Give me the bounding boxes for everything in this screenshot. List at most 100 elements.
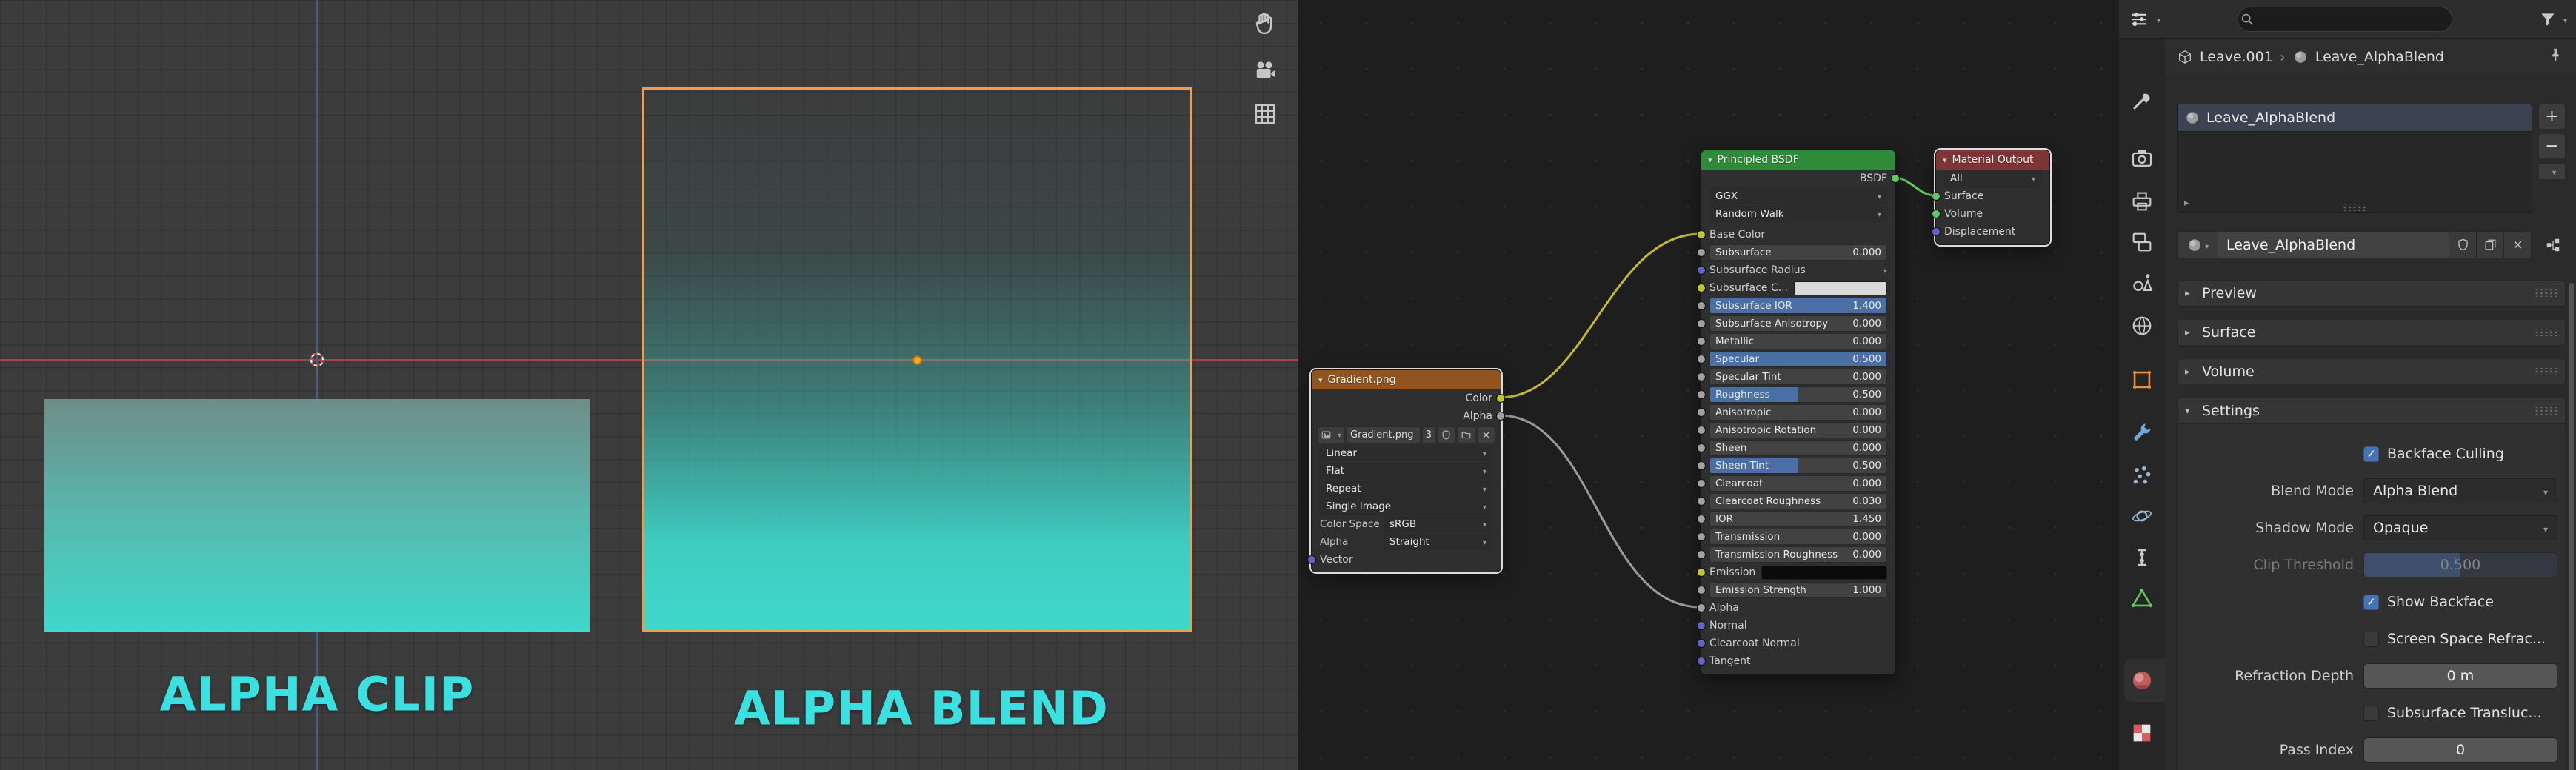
principled-bsdf-node[interactable]: Principled BSDF BSDF GGX Random Walk Bas…	[1701, 150, 1896, 675]
pin-icon[interactable]	[2547, 47, 2564, 67]
panel-header-surface[interactable]: Surface	[2177, 319, 2566, 346]
tab-physics[interactable]	[2129, 503, 2155, 529]
tab-texture[interactable]	[2129, 720, 2155, 746]
search-input[interactable]	[2238, 7, 2452, 32]
input-socket[interactable]	[1697, 248, 1706, 257]
material-slot-list[interactable]: Leave_AlphaBlend	[2177, 104, 2532, 213]
remove-slot-button[interactable]: −	[2538, 133, 2566, 159]
tab-modifiers[interactable]	[2129, 420, 2155, 445]
tab-scene[interactable]	[2129, 270, 2155, 295]
shader-editor[interactable]: Gradient.png Color Alpha Gradient.png	[1298, 0, 2120, 770]
input-socket[interactable]	[1697, 355, 1706, 364]
grid-ortho-icon[interactable]	[1252, 101, 1278, 127]
breadcrumb-material[interactable]: Leave_AlphaBlend	[2315, 49, 2444, 65]
color-swatch[interactable]	[1761, 566, 1887, 580]
camera-view-icon[interactable]	[1252, 58, 1278, 84]
tab-particles[interactable]	[2129, 463, 2155, 488]
input-socket[interactable]	[1697, 461, 1706, 470]
unlink-image-button[interactable]	[1477, 426, 1495, 443]
node-header[interactable]: Gradient.png	[1312, 370, 1501, 389]
target-dropdown[interactable]: All	[1944, 170, 2041, 187]
tab-render[interactable]	[2129, 146, 2155, 171]
node-header[interactable]: Principled BSDF	[1701, 150, 1895, 170]
dropdown-straight[interactable]: Straight	[1384, 534, 1492, 550]
input-socket[interactable]	[1697, 532, 1706, 541]
value-slider[interactable]: Anisotropic Rotation0.000	[1709, 422, 1887, 438]
input-socket[interactable]	[1932, 227, 1941, 236]
input-socket[interactable]	[1697, 515, 1706, 523]
value-slider[interactable]: Transmission0.000	[1709, 529, 1887, 545]
editor-type-button[interactable]	[2128, 8, 2160, 30]
panel-header-preview[interactable]: Preview	[2177, 280, 2566, 307]
checkbox-screen-space-refrac[interactable]	[2363, 632, 2379, 647]
viewport-3d[interactable]: ALPHA CLIP ALPHA BLEND	[0, 0, 1299, 770]
filter-button[interactable]	[2538, 10, 2567, 29]
tab-data[interactable]	[2129, 586, 2155, 611]
tab-constraints[interactable]	[2129, 545, 2155, 570]
tab-object[interactable]	[2129, 367, 2155, 392]
browse-material-button[interactable]	[2177, 231, 2218, 258]
node-header[interactable]: Material Output	[1936, 150, 2049, 170]
image-texture-node[interactable]: Gradient.png Color Alpha Gradient.png	[1311, 369, 1501, 572]
value-slider[interactable]: Clearcoat Roughness0.030	[1709, 493, 1887, 509]
pan-hand-icon[interactable]	[1252, 10, 1278, 37]
image-name-field[interactable]: Gradient.png	[1347, 426, 1421, 443]
tab-world[interactable]	[2129, 313, 2155, 338]
dropdown-flat[interactable]: Flat	[1320, 463, 1492, 479]
input-socket[interactable]	[1697, 550, 1706, 559]
panel-drag-grip[interactable]	[2535, 407, 2557, 415]
dropdown-single-image[interactable]: Single Image	[1320, 498, 1492, 515]
input-socket[interactable]	[1697, 586, 1706, 595]
dropdown-blend-mode[interactable]: Alpha Blend	[2363, 478, 2557, 503]
input-socket[interactable]	[1697, 639, 1706, 648]
tab-output[interactable]	[2129, 189, 2155, 214]
value-slider[interactable]: Subsurface Anisotropy0.000	[1709, 315, 1887, 332]
checkbox-show-backface[interactable]	[2363, 595, 2379, 610]
value-slider[interactable]: Roughness0.500	[1709, 386, 1887, 403]
color-output-socket[interactable]	[1496, 394, 1505, 403]
value-slider[interactable]: Specular0.500	[1709, 351, 1887, 367]
users-count-button[interactable]: 3	[1422, 426, 1435, 443]
value-slider[interactable]: Sheen0.000	[1709, 440, 1887, 456]
value-slider[interactable]: Clearcoat0.000	[1709, 475, 1887, 492]
nodes-icon[interactable]	[2540, 232, 2566, 258]
duplicate-material-button[interactable]	[2477, 231, 2504, 258]
input-socket[interactable]	[1697, 284, 1706, 292]
value-slider[interactable]: Transmission Roughness0.000	[1709, 546, 1887, 563]
breadcrumb-object[interactable]: Leave.001	[2200, 49, 2273, 65]
open-image-button[interactable]	[1457, 426, 1475, 443]
checkbox-subsurface-transluc[interactable]	[2363, 706, 2379, 721]
value-slider[interactable]: Specular Tint0.000	[1709, 369, 1887, 385]
input-socket[interactable]	[1697, 266, 1706, 275]
fake-user-button[interactable]	[1437, 426, 1455, 443]
subsurface-method-dropdown[interactable]: Random Walk	[1709, 206, 1887, 222]
value-slider[interactable]: Sheen Tint0.500	[1709, 458, 1887, 474]
collapse-icon[interactable]	[1318, 374, 1323, 386]
dropdown-linear[interactable]: Linear	[1320, 445, 1492, 461]
input-socket[interactable]	[1697, 426, 1706, 435]
panel-header-volume[interactable]: Volume	[2177, 358, 2566, 385]
panel-drag-grip[interactable]	[2535, 368, 2557, 375]
input-socket[interactable]	[1697, 408, 1706, 417]
material-slot-selected[interactable]: Leave_AlphaBlend	[2178, 104, 2532, 132]
add-slot-button[interactable]: +	[2538, 104, 2566, 130]
value-slider[interactable]: Subsurface IOR1.400	[1709, 298, 1887, 314]
value-slider[interactable]: Anisotropic0.000	[1709, 404, 1887, 421]
input-socket[interactable]	[1697, 497, 1706, 506]
input-socket[interactable]	[1697, 657, 1706, 666]
input-socket[interactable]	[1697, 479, 1706, 488]
dropdown-shadow-mode[interactable]: Opaque	[2363, 515, 2557, 540]
input-socket[interactable]	[1697, 230, 1706, 239]
input-socket[interactable]	[1697, 390, 1706, 399]
filter-expand-icon[interactable]	[2184, 198, 2189, 209]
slot-specials-button[interactable]	[2538, 163, 2566, 180]
bsdf-output-socket[interactable]	[1891, 174, 1900, 183]
value-slider[interactable]: Subsurface0.000	[1709, 244, 1887, 261]
alpha-output-socket[interactable]	[1496, 412, 1505, 421]
scrollbar[interactable]	[2569, 283, 2574, 770]
value-slider[interactable]: Emission Strength1.000	[1709, 582, 1887, 598]
panel-drag-grip[interactable]	[2535, 289, 2557, 297]
input-socket[interactable]	[1697, 301, 1706, 310]
input-socket[interactable]	[1697, 337, 1706, 346]
collapse-icon[interactable]	[1708, 154, 1712, 166]
